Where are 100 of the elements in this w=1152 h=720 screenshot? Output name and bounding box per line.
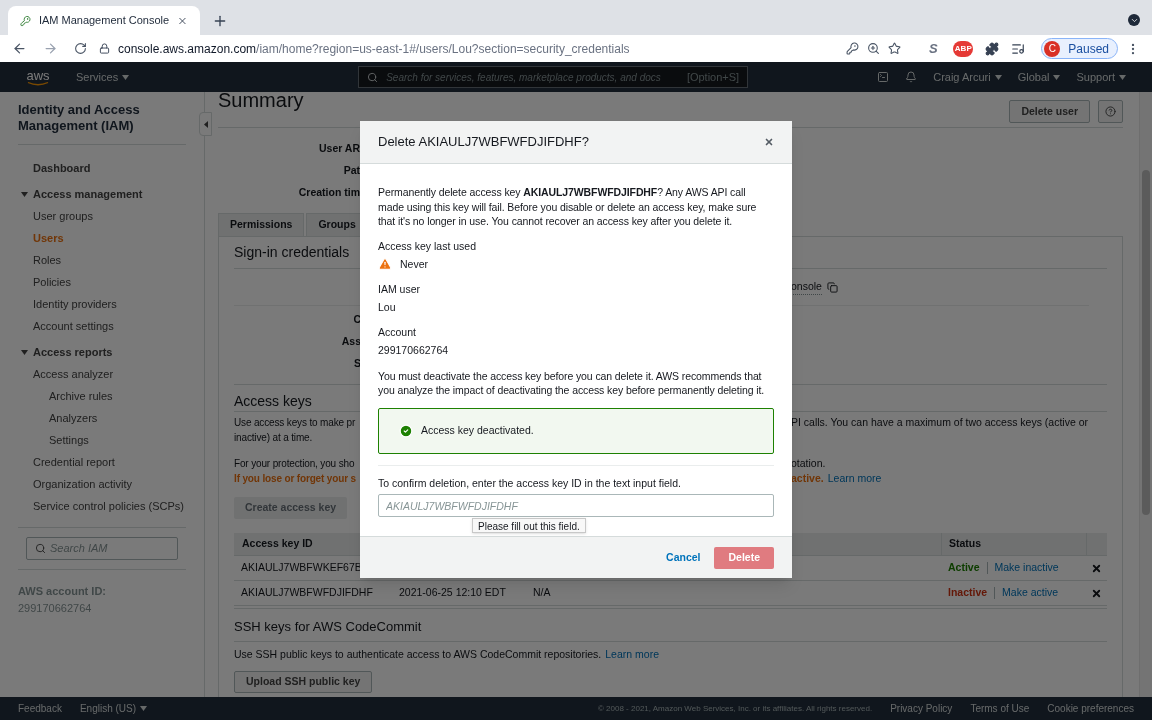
caret-icon	[994, 74, 1002, 80]
description-text: Use access keys to make pr	[234, 417, 356, 428]
footer-link[interactable]: Cookie preferences	[1047, 701, 1134, 716]
delete-icon[interactable]	[1091, 587, 1102, 599]
field-label: S	[353, 356, 361, 370]
scrollbar-thumb[interactable]	[1142, 170, 1150, 515]
section-title: Access keys	[234, 392, 312, 411]
dialog-message: You must deactivate the access key before you can delete it. AWS recommends that you analyze the impact of deactivating the access key before permanently deleting it.	[378, 368, 766, 398]
table-cell-text: AKIAULJ7WBFWFDJIFDHF	[240, 585, 374, 601]
column-header: Access key ID	[241, 536, 314, 552]
account-id: 299170662764	[17, 600, 93, 616]
status-toggle-link[interactable]: Make inactive	[994, 560, 1059, 576]
bookmark-star-icon[interactable]	[888, 42, 902, 55]
bell-icon[interactable]	[905, 71, 918, 83]
description-text: Use SSH public keys to authenticate access to AWS CodeCommit repositories.	[234, 646, 602, 662]
search-field[interactable]: Search IAM	[26, 537, 178, 560]
field-value: 299170662764	[378, 343, 449, 358]
delete-icon[interactable]	[1091, 562, 1102, 574]
nav-menu[interactable]: Craig Arcuri	[933, 68, 1002, 86]
caret-icon	[21, 350, 28, 355]
section-toggle[interactable]: Access reports	[0, 342, 113, 363]
forward-icon[interactable]	[43, 41, 58, 56]
collapse-handle[interactable]	[199, 112, 212, 136]
sidebar-link[interactable]: Archive rules	[0, 385, 204, 407]
key-icon[interactable]	[846, 42, 860, 55]
feedback-link[interactable]: Feedback	[18, 701, 62, 716]
footer-link[interactable]: Terms of Use	[970, 701, 1030, 716]
section-title: SSH keys for AWS CodeCommit	[234, 618, 422, 636]
help-icon[interactable]	[1105, 106, 1116, 117]
field-label: Pat	[342, 163, 360, 177]
access-key-input[interactable]: AKIAULJ7WBFWFDJIFDHF	[378, 494, 774, 517]
tab[interactable]: Permissions	[218, 213, 305, 236]
help-button[interactable]	[1098, 100, 1123, 123]
profile-button[interactable]: C Paused	[1041, 38, 1118, 59]
key-icon	[20, 14, 31, 27]
account-label: AWS account ID:	[17, 584, 107, 599]
status-text: Inactive	[948, 585, 988, 601]
back-icon[interactable]	[12, 41, 27, 56]
puzzle-icon[interactable]	[985, 41, 1000, 56]
sidebar-link[interactable]: Service control policies (SCPs)	[0, 495, 204, 517]
field-label: Account	[378, 324, 417, 339]
success-icon	[399, 423, 413, 438]
sidebar-link[interactable]: Organization activity	[0, 473, 204, 495]
field-label: C	[352, 312, 361, 326]
description-text: PI calls. You can have a maximum of two access keys (active or	[791, 415, 1089, 430]
nav-menu[interactable]: Global	[1017, 68, 1061, 86]
learn-more-link[interactable]: Learn more	[605, 646, 659, 663]
sidebar-link[interactable]: Analyzers	[0, 407, 204, 429]
language-menu[interactable]: English (US)	[79, 701, 148, 716]
services-menu[interactable]: Services	[76, 68, 130, 86]
field-label: Ass	[340, 334, 361, 348]
sidebar-link[interactable]: Roles	[0, 249, 204, 271]
adblock-icon[interactable]: ABP	[953, 40, 974, 57]
address-bar[interactable]: console.aws.amazon.com/iam/home?region=us-east-1#/users/Lou?section=security_credentials	[118, 39, 630, 58]
warning-text: If you lose or forget your s	[234, 473, 356, 484]
caret-icon	[122, 74, 130, 80]
close-icon[interactable]	[764, 137, 774, 147]
caret-icon	[1053, 74, 1061, 80]
tab-menu-icon[interactable]	[1128, 14, 1140, 26]
tooltip: Please fill out this field.	[472, 518, 586, 533]
caret-icon	[140, 706, 148, 711]
sidebar-link[interactable]: User groups	[0, 205, 204, 227]
status-toggle-link[interactable]: Make active	[1002, 585, 1059, 601]
terminal-icon[interactable]	[877, 71, 890, 83]
sidebar-link[interactable]: Identity providers	[0, 293, 204, 315]
sidebar-link[interactable]: Settings	[0, 429, 204, 451]
field-label: Access key last used	[378, 238, 478, 253]
cancel-link[interactable]: Cancel	[666, 550, 701, 565]
browser-tab[interactable]: IAM Management Console	[8, 6, 200, 35]
field-value: Never	[400, 257, 428, 272]
zoom-icon[interactable]	[867, 42, 881, 55]
sidebar-link[interactable]: Policies	[0, 271, 204, 293]
field-label: User AR	[317, 141, 360, 155]
footer-link[interactable]: Privacy Policy	[890, 701, 953, 716]
copy-icon[interactable]	[826, 281, 838, 293]
section-toggle[interactable]: Access management	[0, 184, 143, 205]
learn-more-link[interactable]: Learn more	[827, 471, 882, 486]
dialog-title: Delete AKIAULJ7WBFWFDJIFDHF?	[378, 134, 590, 150]
media-icon[interactable]	[1011, 41, 1026, 56]
sidebar-link[interactable]: Access analyzer	[0, 363, 204, 385]
reload-icon[interactable]	[74, 42, 87, 55]
sidebar-link[interactable]: Dashboard	[0, 157, 204, 179]
field-label: Creation tim	[297, 185, 360, 199]
nav-menu[interactable]: Support	[1076, 68, 1126, 86]
new-tab-icon[interactable]	[212, 13, 228, 29]
field-value: Lou	[378, 300, 396, 315]
aws-logo[interactable]: aws	[26, 68, 50, 86]
warning-text: active.	[791, 471, 824, 486]
upload-ssh-key-button[interactable]: Upload SSH public key	[234, 671, 373, 694]
sidebar-link[interactable]: Account settings	[0, 315, 204, 337]
sidebar-link[interactable]: Credential report	[0, 451, 204, 473]
warning-icon	[378, 257, 392, 272]
description-text: inactive) at a time.	[234, 432, 313, 443]
extension-icon[interactable]: S	[925, 38, 942, 59]
field-label: IAM user	[378, 281, 421, 296]
table-cell-text: 2021-06-25 12:10 EDT	[398, 585, 507, 601]
sidebar-link[interactable]: Users	[0, 227, 204, 249]
lock-icon	[99, 43, 110, 54]
delete-user-button[interactable]: Delete user	[1009, 100, 1090, 123]
caret-icon	[21, 192, 28, 197]
